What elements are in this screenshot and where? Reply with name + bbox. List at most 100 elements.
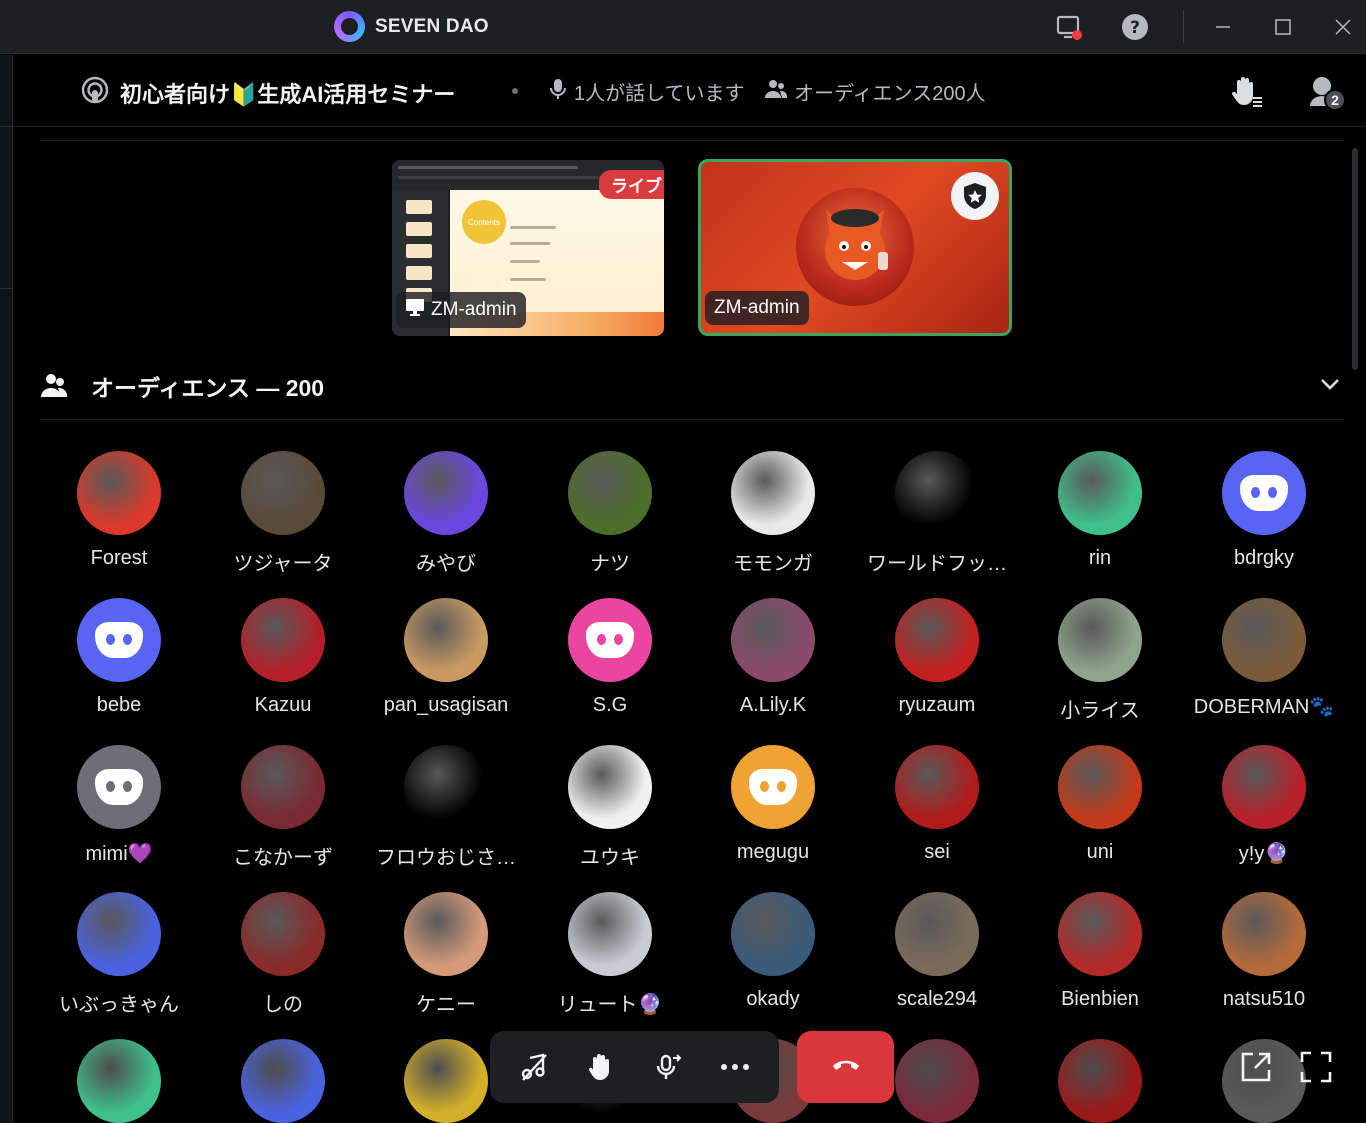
audience-member[interactable]: リュート🔮 — [528, 892, 692, 1032]
screenshare-username: ZM-admin — [431, 299, 517, 320]
audience-member[interactable]: pan_usagisan — [364, 598, 528, 738]
member-name: フロウおじさ… — [376, 847, 516, 869]
member-name: Kazuu — [254, 694, 312, 716]
audience-member[interactable]: しの — [201, 892, 365, 1032]
member-name: bdrgky — [1233, 547, 1295, 569]
leave-call-button[interactable] — [797, 1031, 894, 1103]
raise-hand-icon[interactable] — [575, 1041, 627, 1093]
audience-member[interactable]: ケニー — [364, 892, 528, 1032]
member-name: uni — [1086, 841, 1114, 863]
close-icon[interactable] — [1326, 10, 1360, 44]
screen-record-icon[interactable] — [1052, 10, 1086, 44]
audience-member[interactable]: Forest — [37, 451, 201, 591]
member-avatar-partial[interactable] — [404, 1039, 488, 1123]
discord-logo-icon — [586, 622, 634, 658]
member-avatar-partial[interactable] — [1058, 1039, 1142, 1123]
stage-title: 初心者向け🔰生成AI活用セミナー — [120, 81, 456, 107]
audience-member[interactable]: いぶっきゃん — [37, 892, 201, 1032]
member-avatar-partial[interactable] — [77, 1039, 161, 1123]
screenshare-tile[interactable]: Contents ライブ ZM-admin — [392, 160, 664, 336]
audience-member[interactable]: ryuzaum — [855, 598, 1019, 738]
speaker-tile[interactable]: ZM-admin — [698, 159, 1012, 336]
member-avatar — [77, 745, 161, 829]
audience-member[interactable]: sei — [855, 745, 1019, 885]
help-icon[interactable]: ? — [1118, 10, 1152, 44]
member-name: mimi💜 — [85, 843, 153, 865]
audience-member[interactable]: ユウキ — [528, 745, 692, 885]
audience-member[interactable]: bdrgky — [1182, 451, 1346, 591]
popout-icon[interactable] — [1234, 1045, 1278, 1089]
member-avatar — [568, 745, 652, 829]
request-speak-icon[interactable] — [642, 1041, 694, 1093]
member-avatar — [731, 892, 815, 976]
audience-member[interactable]: Kazuu — [201, 598, 365, 738]
audience-member[interactable]: scale294 — [855, 892, 1019, 1032]
call-controls — [490, 1031, 779, 1103]
hand-raise-queue-icon[interactable] — [1226, 71, 1266, 111]
member-avatar — [77, 598, 161, 682]
audience-member[interactable]: Bienbien — [1018, 892, 1182, 1032]
audience-divider — [40, 419, 1344, 420]
audience-member[interactable]: ワールドフッ… — [855, 451, 1019, 591]
app-logo — [334, 11, 365, 42]
member-name: ryuzaum — [898, 694, 976, 716]
audience-member[interactable]: uni — [1018, 745, 1182, 885]
audience-member[interactable]: モモンガ — [691, 451, 855, 591]
audience-section-header[interactable]: オーディエンス — 200 — [40, 364, 1344, 404]
more-icon[interactable] — [709, 1041, 761, 1093]
audience-member[interactable]: bebe — [37, 598, 201, 738]
member-name: okady — [746, 988, 800, 1010]
member-avatar — [1222, 598, 1306, 682]
app-name: SEVEN DAO — [375, 15, 489, 37]
minimize-icon[interactable] — [1206, 10, 1240, 44]
member-name: Forest — [90, 547, 148, 569]
live-badge: ライブ — [599, 170, 664, 199]
audience-member[interactable]: 小ライス — [1018, 598, 1182, 738]
speaker-mute-icon[interactable] — [508, 1041, 560, 1093]
scrollbar[interactable] — [1352, 148, 1358, 370]
member-avatar — [404, 892, 488, 976]
member-name: rin — [1088, 547, 1112, 569]
member-avatar — [404, 451, 488, 535]
member-avatar-partial[interactable] — [895, 1039, 979, 1123]
member-avatar — [895, 892, 979, 976]
member-avatar — [241, 892, 325, 976]
audience-member[interactable]: okady — [691, 892, 855, 1032]
member-avatar — [404, 598, 488, 682]
moderator-shield-icon[interactable] — [951, 172, 999, 220]
audience-member[interactable]: natsu510 — [1182, 892, 1346, 1032]
audience-member[interactable]: megugu — [691, 745, 855, 885]
audience-member[interactable]: A.Lily.K — [691, 598, 855, 738]
audience-member[interactable]: y!y🔮 — [1182, 745, 1346, 885]
audience-member[interactable]: ツジャータ — [201, 451, 365, 591]
member-name: sei — [924, 841, 950, 863]
audience-member[interactable]: DOBERMAN🐾 — [1182, 598, 1346, 738]
chevron-down-icon[interactable] — [1318, 372, 1342, 396]
audience-member[interactable]: S.G — [528, 598, 692, 738]
speaker-requests-icon[interactable]: 2 — [1304, 71, 1346, 111]
audience-member[interactable]: こなかーず — [201, 745, 365, 885]
member-avatar — [1222, 745, 1306, 829]
audience-member[interactable]: ナツ — [528, 451, 692, 591]
member-name: A.Lily.K — [739, 694, 807, 716]
maximize-icon[interactable] — [1266, 10, 1300, 44]
member-name: しの — [263, 994, 303, 1016]
member-avatar — [895, 745, 979, 829]
audience-member[interactable]: rin — [1018, 451, 1182, 591]
member-avatar-partial[interactable] — [241, 1039, 325, 1123]
member-name: y!y🔮 — [1238, 843, 1290, 865]
audience-member[interactable]: みやび — [364, 451, 528, 591]
speaking-status: 1人が話しています — [548, 77, 745, 106]
member-name: Bienbien — [1061, 988, 1139, 1010]
svg-text:?: ? — [1130, 18, 1140, 38]
stage-title-wrap: 初心者向け🔰生成AI活用セミナー — [80, 75, 455, 110]
audience-member[interactable]: フロウおじさ… — [364, 745, 528, 885]
titlebar-separator — [1183, 10, 1184, 43]
audience-member[interactable]: mimi💜 — [37, 745, 201, 885]
speaker-username: ZM-admin — [714, 297, 800, 318]
member-avatar — [77, 892, 161, 976]
member-avatar — [568, 892, 652, 976]
fullscreen-icon[interactable] — [1294, 1045, 1338, 1089]
member-avatar — [895, 598, 979, 682]
member-avatar — [241, 451, 325, 535]
